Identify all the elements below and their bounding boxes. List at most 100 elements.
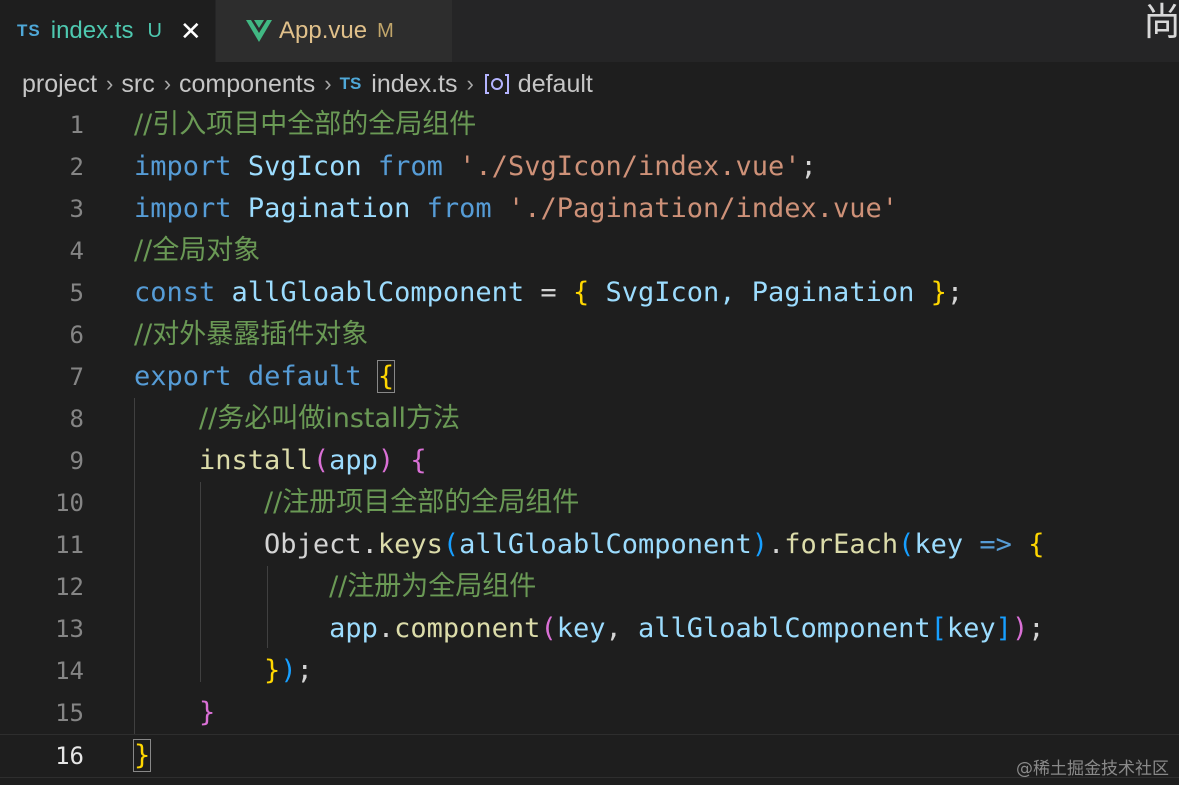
breadcrumb-item-project[interactable]: project — [22, 70, 97, 99]
line-number: 4 — [69, 237, 84, 265]
bracket: { — [1028, 529, 1045, 560]
parameter: key — [914, 529, 964, 560]
keyword: from — [377, 151, 443, 182]
code-text: //全局对象 — [134, 230, 260, 272]
bracket: } — [264, 655, 281, 686]
corner-glyph: 尚 — [1143, 0, 1179, 44]
line-number: 9 — [69, 447, 84, 475]
comment: //对外暴露插件对象 — [134, 319, 369, 350]
chevron-right-icon: › — [106, 71, 114, 96]
close-icon[interactable]: ✕ — [180, 18, 202, 44]
chevron-right-icon: › — [324, 71, 332, 96]
breadcrumb-item-components[interactable]: components — [179, 70, 315, 99]
bracket: ( — [442, 529, 460, 560]
bracket: [ — [930, 613, 947, 644]
punctuation: ; — [1028, 613, 1045, 644]
line-number: 12 — [55, 573, 84, 601]
tab-bar: TS index.ts U ✕ App.vue M 尚 — [0, 0, 1179, 62]
line-number: 11 — [55, 531, 84, 559]
matched-bracket: { — [376, 360, 396, 393]
code-text: }); — [134, 650, 313, 692]
code-line: 15 } — [0, 692, 1179, 734]
parameter: key — [556, 613, 606, 644]
code-line: 6 //对外暴露插件对象 — [0, 314, 1179, 356]
method-name: forEach — [784, 529, 899, 560]
bracket: ( — [312, 445, 330, 476]
code-text: export default { — [134, 356, 396, 398]
code-line: 5 const allGloablComponent = { SvgIcon, … — [0, 272, 1179, 314]
line-number: 5 — [69, 279, 84, 307]
comment: //注册为全局组件 — [329, 571, 537, 602]
code-line: 4 //全局对象 — [0, 230, 1179, 272]
identifier: SvgIcon — [247, 151, 362, 182]
code-text: } — [132, 735, 152, 777]
line-number: 16 — [55, 742, 84, 770]
tab-index-ts[interactable]: TS index.ts U ✕ — [0, 0, 215, 62]
bracket: ( — [898, 529, 915, 560]
tab-app-vue[interactable]: App.vue M — [216, 0, 452, 62]
keyword: import — [134, 151, 232, 182]
code-line: 12 //注册为全局组件 — [0, 566, 1179, 608]
keyword: import — [134, 193, 232, 224]
vue-file-icon — [246, 20, 272, 42]
line-number: 6 — [69, 321, 84, 349]
breadcrumb-item-file[interactable]: index.ts — [371, 70, 457, 99]
matched-bracket: } — [132, 739, 152, 772]
bracket: } — [930, 277, 947, 308]
code-line: 1 //引入项目中全部的全局组件 — [0, 104, 1179, 146]
punctuation: . — [768, 529, 785, 560]
string-literal: './SvgIcon/index.vue' — [459, 151, 801, 182]
bracket: ) — [751, 529, 769, 560]
keyword: export — [134, 361, 232, 392]
symbol-namespace-icon — [484, 74, 509, 94]
code-text: } — [134, 692, 215, 734]
bracket: ) — [1011, 613, 1029, 644]
keyword: default — [247, 361, 362, 392]
breadcrumb-item-src[interactable]: src — [121, 70, 154, 99]
code-line: 3 import Pagination from './Pagination/i… — [0, 188, 1179, 230]
code-line: 2 import SvgIcon from './SvgIcon/index.v… — [0, 146, 1179, 188]
comment: //引入项目中全部的全局组件 — [134, 109, 477, 140]
code-text: install(app) { — [134, 440, 427, 482]
punctuation: . — [361, 529, 378, 560]
code-line: 9 install(app) { — [0, 440, 1179, 482]
code-line: 14 }); — [0, 650, 1179, 692]
function-name: install — [199, 445, 313, 476]
comment: //注册项目全部的全局组件 — [264, 487, 580, 518]
untracked-status-badge: U — [147, 19, 162, 42]
code-text: //引入项目中全部的全局组件 — [134, 104, 476, 146]
bracket: ] — [995, 613, 1012, 644]
operator: = — [540, 277, 557, 308]
bracket: ( — [540, 613, 557, 644]
keyword: const — [134, 277, 216, 308]
keyword: from — [426, 193, 492, 224]
line-number: 3 — [69, 195, 84, 223]
code-editor[interactable]: 1 //引入项目中全部的全局组件 2 import SvgIcon from '… — [0, 104, 1179, 785]
bracket: ) — [280, 655, 297, 686]
code-text: Object.keys(allGloablComponent).forEach(… — [134, 524, 1044, 566]
chevron-right-icon: › — [163, 71, 172, 96]
tab-label: index.ts — [50, 17, 134, 44]
code-line: 7 export default { — [0, 356, 1179, 398]
bracket: { — [572, 277, 590, 308]
method-name: keys — [377, 529, 443, 560]
code-line: 8 //务必叫做install方法 — [0, 398, 1179, 440]
line-number: 2 — [69, 153, 84, 181]
bracket: ) — [377, 445, 395, 476]
chevron-right-icon: › — [466, 71, 474, 96]
breadcrumb-item-symbol[interactable]: default — [518, 70, 593, 99]
code-line-current: 16 } — [0, 734, 1179, 778]
watermark: @稀土掘金技术社区 — [1016, 759, 1169, 779]
line-number: 10 — [55, 489, 84, 517]
arrow-operator: => — [979, 529, 1012, 560]
modified-status-badge: M — [377, 19, 394, 42]
punctuation: ; — [800, 151, 817, 182]
punctuation: ; — [946, 277, 964, 308]
code-text: //务必叫做install方法 — [134, 398, 460, 440]
identifier: allGloablComponent — [459, 529, 752, 560]
line-number: 7 — [69, 363, 84, 391]
tab-label: App.vue — [279, 17, 368, 44]
line-number: 14 — [55, 657, 84, 685]
parameter: key — [946, 613, 996, 644]
parameter: app — [329, 445, 378, 476]
